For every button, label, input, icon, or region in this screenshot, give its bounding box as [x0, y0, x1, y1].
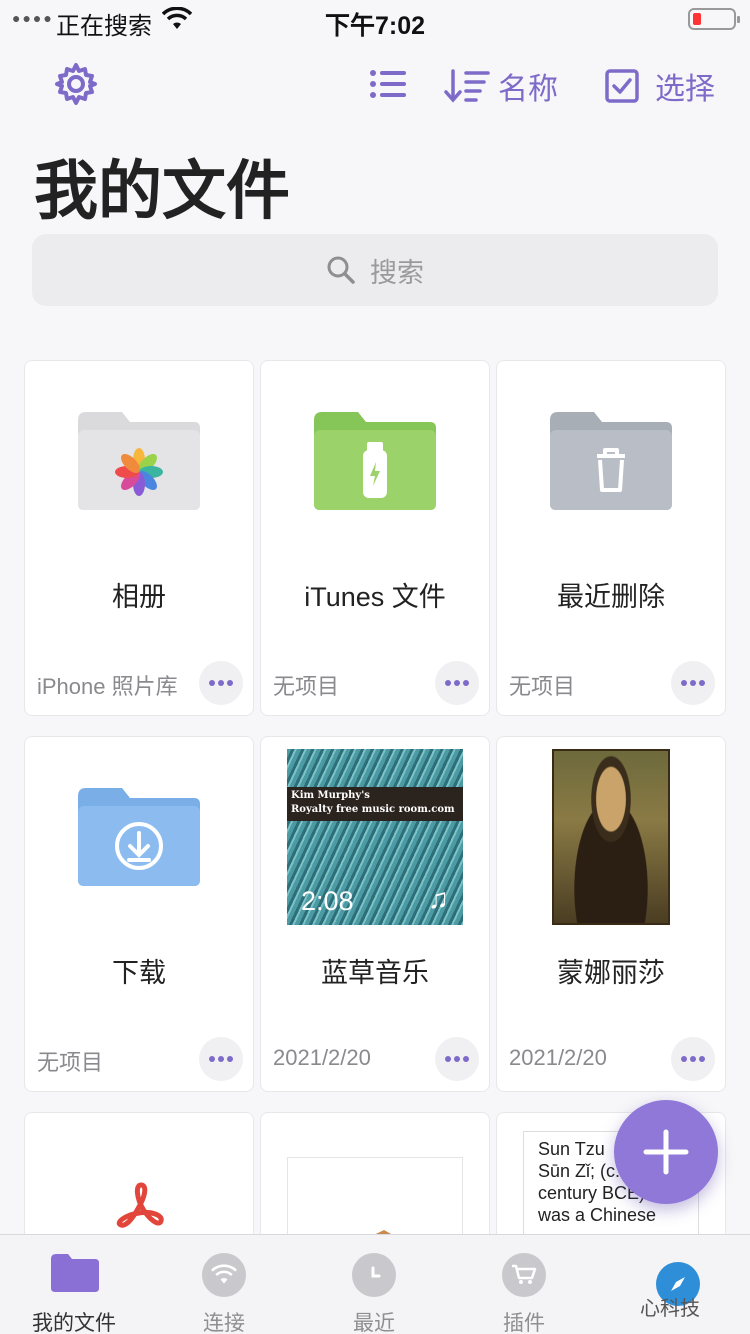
file-card-document[interactable] — [260, 1112, 490, 1252]
file-meta: 2021/2/20 — [509, 1045, 607, 1070]
file-card-mona-lisa[interactable]: 蒙娜丽莎 2021/2/20 — [496, 736, 726, 1092]
music-note-icon: ♫ — [428, 883, 449, 914]
more-options-button[interactable] — [435, 661, 479, 705]
sort-icon — [444, 69, 490, 103]
tab-recent[interactable]: 最近 — [314, 1235, 434, 1334]
music-banner: Kim Murphy's Royalty free music room.com — [287, 787, 463, 821]
search-placeholder: 搜索 — [370, 257, 424, 288]
toolbar: 名称 选择 — [0, 58, 750, 114]
cart-icon — [502, 1253, 546, 1297]
file-name: 相册 — [112, 582, 166, 612]
select-label: 选择 — [655, 73, 715, 106]
file-name: 最近删除 — [557, 582, 665, 612]
plus-icon — [643, 1129, 689, 1175]
file-card-recently-deleted[interactable]: 最近删除 无项目 — [496, 360, 726, 716]
tab-connect[interactable]: 连接 — [164, 1235, 284, 1334]
file-meta: 2021/2/20 — [273, 1045, 371, 1070]
search-input[interactable]: 搜索 — [32, 234, 718, 306]
watermark-text: 心科技 — [640, 1298, 700, 1320]
more-options-button[interactable] — [199, 1037, 243, 1081]
file-meta: iPhone 照片库 — [37, 674, 178, 699]
select-button[interactable]: 选择 — [605, 64, 715, 108]
tab-plugins[interactable]: 插件 — [464, 1235, 584, 1334]
file-meta: 无项目 — [37, 1050, 104, 1075]
more-options-button[interactable] — [671, 1037, 715, 1081]
tab-bar: 我的文件 连接 最近 插件 — [0, 1234, 750, 1334]
status-bar: ●●●● 正在搜索 下午7:02 — [0, 0, 750, 42]
tab-my-files[interactable]: 我的文件 — [14, 1235, 134, 1334]
more-options-button[interactable] — [435, 1037, 479, 1081]
page-title: 我的文件 — [34, 155, 290, 227]
add-button[interactable] — [614, 1100, 718, 1204]
battery-icon — [688, 8, 740, 30]
duration-label: 2:08 — [301, 886, 354, 916]
painting-thumbnail — [552, 749, 670, 925]
folder-icon — [51, 1254, 99, 1292]
search-icon — [327, 256, 355, 284]
tab-label: 连接 — [203, 1312, 245, 1334]
tab-label: 插件 — [503, 1312, 545, 1334]
wifi-icon — [202, 1253, 246, 1297]
file-name: iTunes 文件 — [304, 582, 446, 612]
sort-button[interactable]: 名称 — [444, 64, 558, 108]
more-options-button[interactable] — [671, 661, 715, 705]
more-options-button[interactable] — [199, 661, 243, 705]
itunes-folder-icon — [261, 361, 489, 561]
file-name: 蒙娜丽莎 — [557, 958, 665, 988]
file-card-pdf[interactable] — [24, 1112, 254, 1252]
music-thumbnail: Kim Murphy's Royalty free music room.com… — [287, 749, 463, 925]
checkbox-icon — [605, 69, 639, 103]
trash-folder-icon — [497, 361, 725, 561]
clock-icon — [352, 1253, 396, 1297]
sort-label: 名称 — [498, 73, 558, 106]
file-meta: 无项目 — [509, 674, 576, 699]
tab-label: 最近 — [353, 1312, 395, 1334]
file-card-downloads[interactable]: 下载 无项目 — [24, 736, 254, 1092]
file-card-photos[interactable]: 相册 iPhone 照片库 — [24, 360, 254, 716]
file-meta: 无项目 — [273, 674, 340, 699]
photos-folder-icon — [25, 361, 253, 561]
download-folder-icon — [25, 737, 253, 937]
clock-time: 下午7:02 — [324, 12, 426, 40]
pdf-icon — [116, 1182, 164, 1228]
list-view-icon[interactable] — [370, 70, 406, 103]
file-name: 蓝草音乐 — [321, 958, 429, 988]
settings-gear-icon[interactable] — [54, 62, 98, 111]
file-card-music[interactable]: Kim Murphy's Royalty free music room.com… — [260, 736, 490, 1092]
file-name: 下载 — [112, 958, 166, 988]
file-card-itunes[interactable]: iTunes 文件 无项目 — [260, 360, 490, 716]
tab-label: 我的文件 — [32, 1312, 116, 1334]
